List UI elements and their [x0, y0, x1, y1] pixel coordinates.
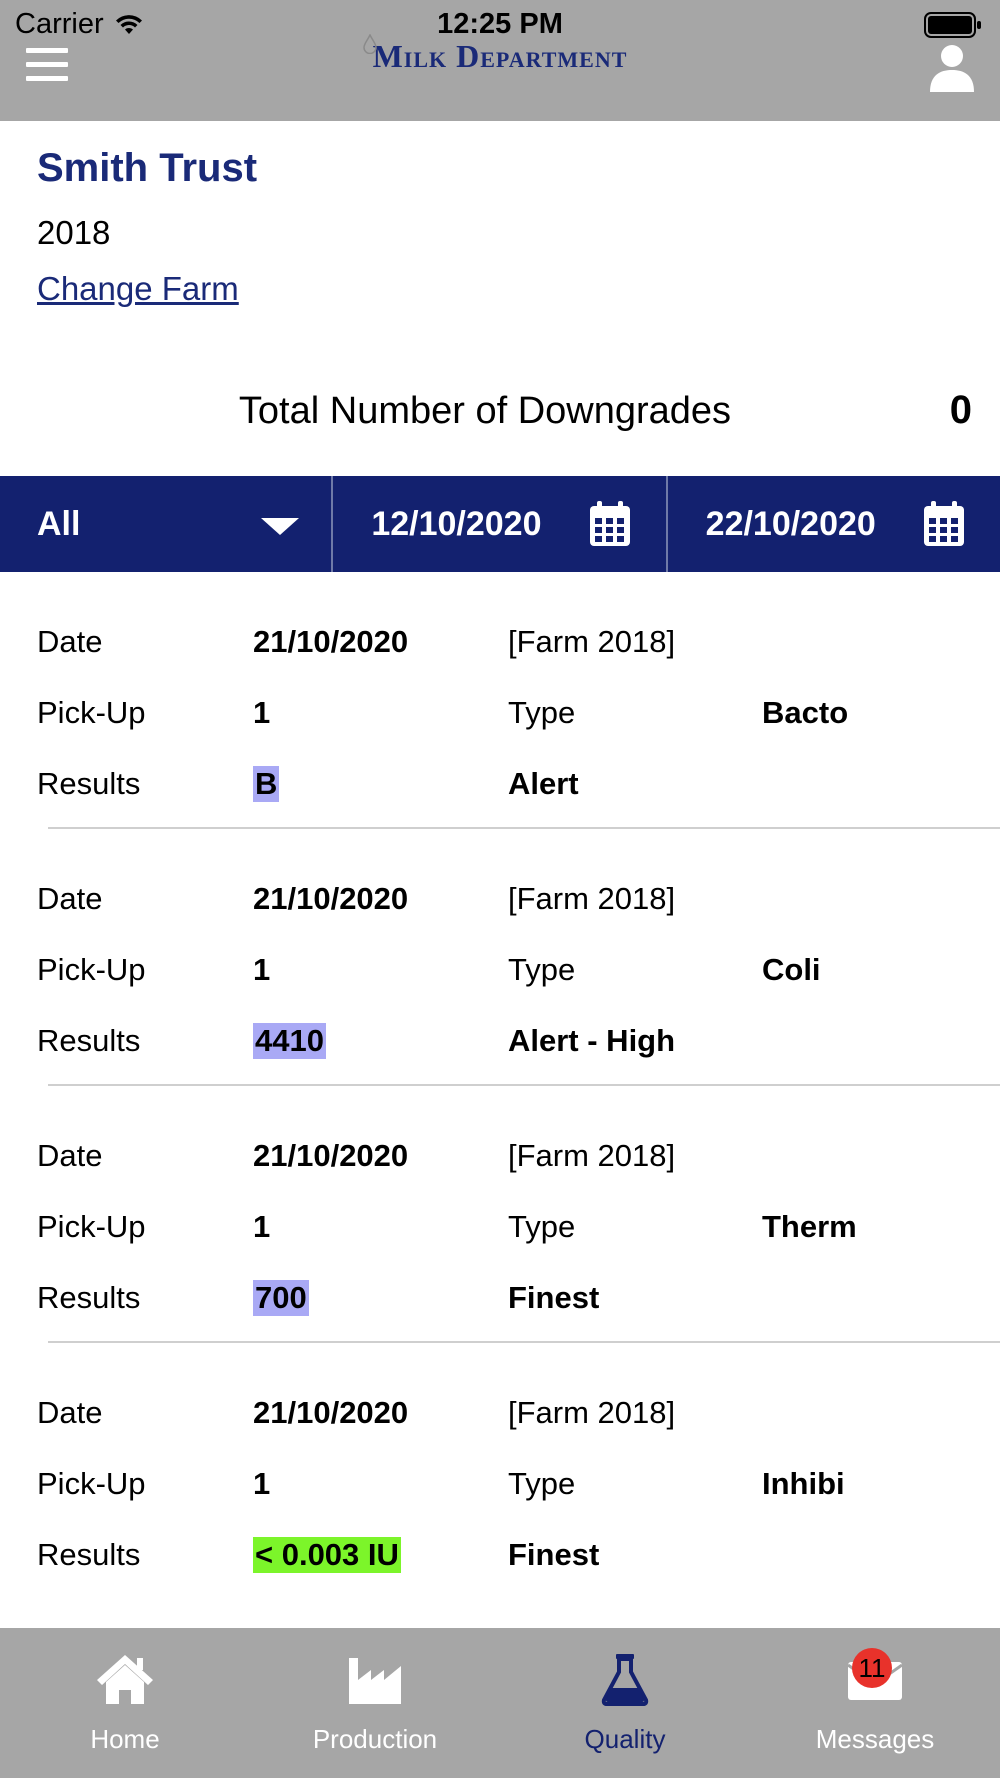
tab-label-messages: Messages [815, 1724, 935, 1754]
filter-bar: All 12/10/2020 22/10/2020 [0, 476, 1000, 572]
app-logo: Milk Department [0, 38, 1000, 75]
list-item: Date 21/10/2020 [Farm 2018] Pick-Up 1 Ty… [0, 829, 1000, 1086]
messages-badge: 11 [852, 1648, 892, 1688]
logo-text: Milk Department [372, 38, 628, 74]
flask-icon [601, 1654, 649, 1706]
type-label: Type [508, 695, 576, 730]
record-type: Inhibi [762, 1466, 845, 1501]
pickup-label: Pick-Up [37, 1209, 146, 1244]
downgrade-records-list: Date 21/10/2020 [Farm 2018] Pick-Up 1 Ty… [0, 572, 1000, 1600]
top-bar: Carrier 12:25 PM Milk Department [0, 0, 1000, 121]
date-label: Date [37, 624, 103, 659]
record-pickup: 1 [253, 695, 271, 730]
record-pickup: 1 [253, 1209, 271, 1244]
record-type: Bacto [762, 695, 849, 730]
type-label: Type [508, 1209, 576, 1244]
start-date-picker[interactable]: 12/10/2020 [331, 476, 665, 572]
record-grade: Alert - High [508, 1023, 676, 1058]
record-date: 21/10/2020 [253, 881, 409, 916]
date-label: Date [37, 1395, 103, 1430]
record-grade: Alert [508, 766, 579, 801]
date-label: Date [37, 1138, 103, 1173]
record-pickup: 1 [253, 1466, 271, 1501]
type-filter-value: All [37, 504, 81, 543]
dropdown-caret-icon [261, 518, 300, 535]
tab-label-production: Production [312, 1724, 438, 1754]
factory-icon [349, 1658, 401, 1704]
record-farm: [Farm 2018] [508, 1138, 676, 1173]
milk-drop-icon [363, 34, 377, 54]
tab-label-quality: Quality [584, 1724, 666, 1754]
end-date-picker[interactable]: 22/10/2020 [665, 476, 1000, 572]
type-filter-dropdown[interactable]: All [0, 476, 331, 572]
record-result: 4410 [253, 1023, 326, 1059]
tab-production[interactable]: Production [250, 1628, 500, 1778]
change-farm-link[interactable]: Change Farm [37, 270, 239, 308]
record-date: 21/10/2020 [253, 1395, 409, 1430]
pickup-label: Pick-Up [37, 1466, 146, 1501]
pickup-label: Pick-Up [37, 952, 146, 987]
tab-quality[interactable]: Quality [500, 1628, 750, 1778]
home-icon [97, 1655, 153, 1704]
total-downgrades-label: Total Number of Downgrades [238, 390, 732, 432]
list-item: Date 21/10/2020 [Farm 2018] Pick-Up 1 Ty… [0, 572, 1000, 829]
user-profile-icon[interactable] [928, 42, 976, 94]
bottom-tab-bar: Home Production Quality Messages 11 [0, 1628, 1000, 1778]
record-farm: [Farm 2018] [508, 1395, 676, 1430]
date-label: Date [37, 881, 103, 916]
record-grade: Finest [508, 1537, 600, 1572]
tab-label-home: Home [90, 1724, 160, 1754]
results-label: Results [37, 766, 141, 801]
farm-year: 2018 [37, 214, 111, 251]
start-date-value: 12/10/2020 [371, 504, 542, 543]
calendar-icon [589, 501, 630, 546]
results-label: Results [37, 1023, 141, 1058]
type-label: Type [508, 952, 576, 987]
farm-name: Smith Trust [37, 146, 258, 190]
record-date: 21/10/2020 [253, 1138, 409, 1173]
list-item: Date 21/10/2020 [Farm 2018] Pick-Up 1 Ty… [0, 1086, 1000, 1343]
record-farm: [Farm 2018] [508, 624, 676, 659]
record-type: Coli [762, 952, 821, 987]
record-date: 21/10/2020 [253, 624, 409, 659]
list-item: Date 21/10/2020 [Farm 2018] Pick-Up 1 Ty… [0, 1343, 1000, 1600]
record-result: < 0.003 IU [253, 1537, 401, 1573]
record-result: B [253, 766, 280, 802]
tab-home[interactable]: Home [0, 1628, 250, 1778]
record-result: 700 [253, 1280, 309, 1316]
results-label: Results [37, 1280, 141, 1315]
record-pickup: 1 [253, 952, 271, 987]
status-time: 12:25 PM [437, 8, 563, 40]
record-type: Therm [762, 1209, 857, 1244]
results-label: Results [37, 1537, 141, 1572]
end-date-value: 22/10/2020 [705, 504, 876, 543]
record-grade: Finest [508, 1280, 600, 1315]
total-downgrades-value: 0 [949, 388, 972, 432]
pickup-label: Pick-Up [37, 695, 146, 730]
battery-icon [924, 12, 981, 38]
type-label: Type [508, 1466, 576, 1501]
record-farm: [Farm 2018] [508, 881, 676, 916]
calendar-icon [923, 501, 964, 546]
